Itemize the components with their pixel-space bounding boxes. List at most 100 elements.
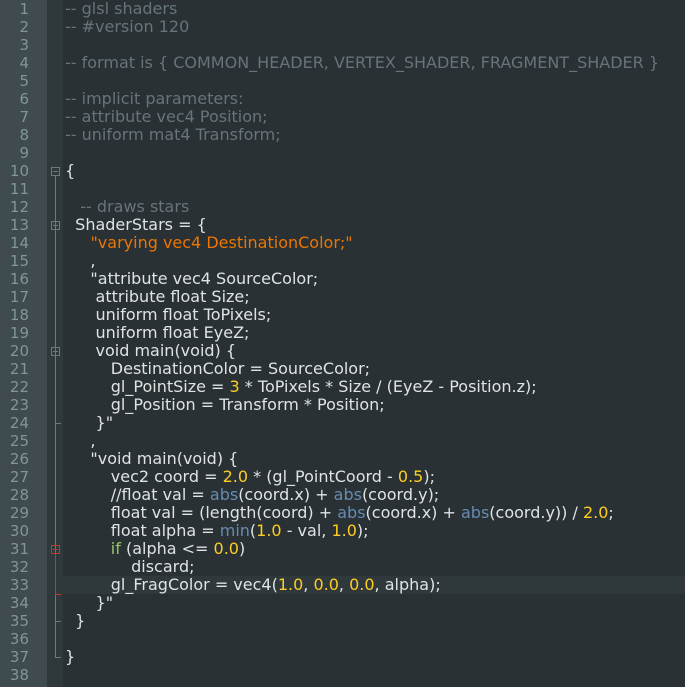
code-token: ShaderStars = {: [65, 215, 207, 234]
comment-token: -- uniform mat4 Transform;: [65, 125, 281, 144]
code-token: attribute float Size;: [65, 287, 250, 306]
code-line[interactable]: }: [0, 648, 685, 666]
keyword-token: if: [110, 539, 121, 558]
code-line-text: uniform float EyeZ;: [65, 323, 250, 342]
code-token: ,: [65, 431, 96, 450]
code-line[interactable]: ShaderStars = {: [0, 216, 685, 234]
code-token: ;: [608, 503, 614, 522]
code-line[interactable]: }": [0, 414, 685, 432]
number-token: 1.0: [256, 521, 282, 540]
code-line[interactable]: "varying vec4 DestinationColor;": [0, 234, 685, 252]
code-token: }": [65, 413, 114, 432]
code-line-text: }": [65, 594, 114, 612]
number-token: 2.0: [582, 503, 609, 522]
fold-toggle-icon[interactable]: [51, 347, 60, 356]
code-token: (alpha <=: [120, 539, 214, 558]
code-line[interactable]: "void main(void) {: [0, 450, 685, 468]
code-line[interactable]: gl_Position = Transform * Position;: [0, 396, 685, 414]
code-token: DestinationColor = SourceColor;: [65, 359, 371, 378]
code-line[interactable]: float alpha = min(1.0 - val, 1.0);: [0, 522, 685, 540]
code-line[interactable]: discard;: [0, 558, 685, 576]
code-line-text: gl_PointSize = 3 * ToPixels * Size / (Ey…: [65, 378, 537, 396]
code-line-text: float alpha = min(1.0 - val, 1.0);: [65, 522, 369, 540]
code-line[interactable]: [0, 666, 685, 684]
code-line[interactable]: if (alpha <= 0.0): [0, 540, 685, 558]
code-line-text: -- attribute vec4 Position;: [65, 108, 268, 126]
code-token: gl_PointSize =: [65, 377, 230, 396]
number-token: 2.0: [222, 467, 249, 486]
code-token: {: [65, 161, 76, 180]
builtin-function-token: abs: [460, 503, 490, 522]
builtin-function-token: min: [219, 521, 250, 540]
code-line[interactable]: uniform float ToPixels;: [0, 306, 685, 324]
fold-toggle-icon[interactable]: [51, 221, 60, 230]
code-token: uniform float EyeZ;: [65, 323, 250, 342]
code-line[interactable]: -- #version 120: [0, 18, 685, 36]
code-line[interactable]: [0, 36, 685, 54]
number-token: 1.0: [331, 521, 357, 540]
comment-token: -- implicit parameters:: [65, 89, 244, 108]
code-line[interactable]: }": [0, 594, 685, 612]
code-line[interactable]: -- uniform mat4 Transform;: [0, 126, 685, 144]
code-line[interactable]: -- implicit parameters:: [0, 90, 685, 108]
code-token: ,: [65, 251, 96, 270]
code-line[interactable]: float val = (length(coord) + abs(coord.x…: [0, 504, 685, 522]
code-line-text: ,: [65, 251, 96, 270]
code-line[interactable]: {: [0, 162, 685, 180]
code-line[interactable]: [0, 144, 685, 162]
code-line[interactable]: [0, 180, 685, 198]
code-token: //float val =: [65, 485, 210, 504]
comment-token: -- glsl shaders: [65, 0, 178, 18]
code-line[interactable]: ,: [0, 252, 685, 270]
current-code-line[interactable]: gl_FragColor = vec4(1.0, 0.0, 0.0, alpha…: [63, 576, 685, 594]
code-line[interactable]: [0, 630, 685, 648]
code-line[interactable]: }: [0, 612, 685, 630]
code-line[interactable]: "attribute vec4 SourceColor;: [0, 270, 685, 288]
code-line[interactable]: ,: [0, 432, 685, 450]
fold-toggle-active-icon[interactable]: [51, 545, 60, 554]
builtin-function-token: abs: [337, 503, 366, 522]
code-line-text: if (alpha <= 0.0): [65, 540, 245, 558]
code-token: ,: [303, 575, 314, 594]
code-line-text: ShaderStars = {: [65, 216, 207, 234]
code-token: gl_Position = Transform * Position;: [65, 395, 385, 414]
code-token: float val = (length(coord) +: [65, 503, 338, 522]
code-token: * ToPixels * Size / (EyeZ - Position.z);: [239, 377, 537, 396]
comment-token: -- draws stars: [80, 197, 190, 216]
code-token: }: [65, 647, 76, 666]
code-line[interactable]: DestinationColor = SourceColor;: [0, 360, 685, 378]
code-line-text: -- format is { COMMON_HEADER, VERTEX_SHA…: [65, 54, 659, 72]
code-line-text: discard;: [65, 558, 194, 576]
fold-end-marker: [55, 621, 61, 622]
code-line[interactable]: //float val = abs(coord.x) + abs(coord.y…: [0, 486, 685, 504]
code-line[interactable]: uniform float EyeZ;: [0, 324, 685, 342]
code-line[interactable]: gl_PointSize = 3 * ToPixels * Size / (Ey…: [0, 378, 685, 396]
code-line[interactable]: -- glsl shaders: [0, 0, 685, 18]
code-line-text: "void main(void) {: [65, 450, 238, 468]
code-token: "void main(void) {: [65, 449, 239, 468]
code-line[interactable]: [0, 72, 685, 90]
code-line-text: -- implicit parameters:: [65, 90, 244, 108]
code-token: ): [238, 539, 246, 558]
code-token: (coord.y);: [361, 485, 440, 504]
code-line[interactable]: void main(void) {: [0, 342, 685, 360]
fold-end-marker: [55, 657, 61, 658]
code-token: (coord.x) +: [365, 503, 461, 522]
code-line[interactable]: -- attribute vec4 Position;: [0, 108, 685, 126]
code-line[interactable]: vec2 coord = 2.0 * (gl_PointCoord - 0.5)…: [0, 468, 685, 486]
fold-end-marker: [55, 423, 61, 424]
code-token: , alpha);: [374, 575, 441, 594]
code-editor[interactable]: 1 2 3 4 5 6 7 8 9 10 11 12 13 14 15 16 17 18 19 20 21 22 23 24 2…: [0, 0, 685, 687]
code-line-text: DestinationColor = SourceColor;: [65, 360, 370, 378]
code-line-text: "varying vec4 DestinationColor;": [65, 234, 352, 252]
code-line-text: }: [65, 612, 85, 630]
fold-toggle-icon[interactable]: [51, 167, 60, 176]
code-line[interactable]: attribute float Size;: [0, 288, 685, 306]
fold-end-active-marker: [55, 594, 61, 595]
code-line[interactable]: -- format is { COMMON_HEADER, VERTEX_SHA…: [0, 54, 685, 72]
code-line-text: uniform float ToPixels;: [65, 306, 272, 324]
code-line[interactable]: -- draws stars: [0, 198, 685, 216]
code-line-text: "attribute vec4 SourceColor;: [65, 270, 318, 288]
comment-token: -- format is { COMMON_HEADER, VERTEX_SHA…: [65, 53, 660, 72]
